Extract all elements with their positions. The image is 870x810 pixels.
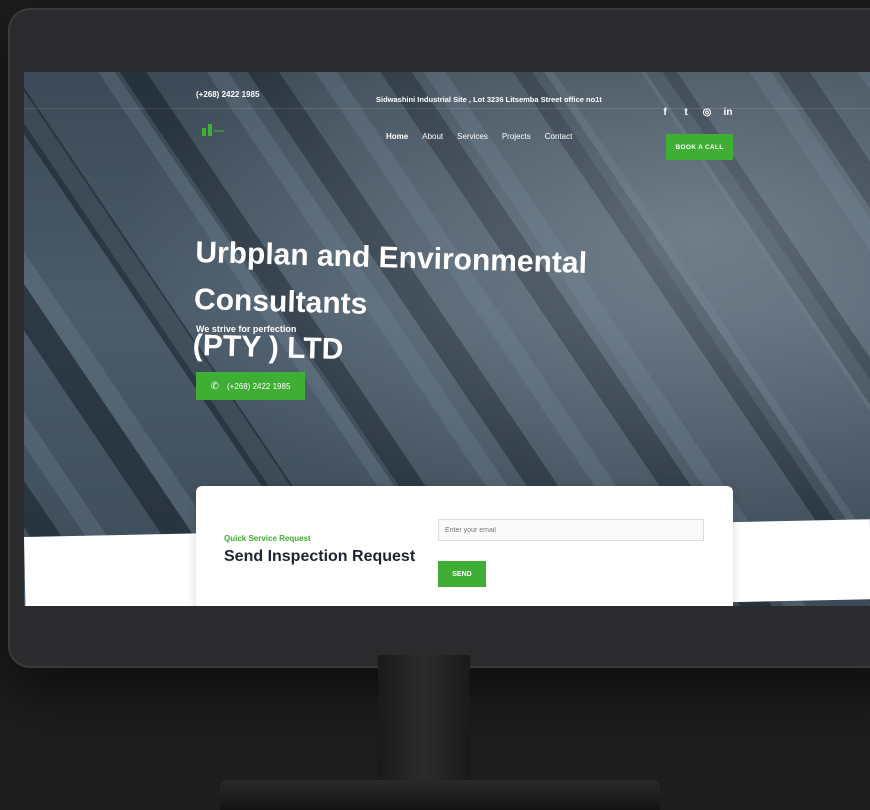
social-links: f t ◎ in bbox=[660, 108, 733, 118]
hero-subtitle: We strive for perfection bbox=[196, 324, 297, 334]
inspection-request-card: Quick Service Request Send Inspection Re… bbox=[196, 486, 733, 606]
site-logo[interactable] bbox=[202, 122, 226, 136]
topbar-phone[interactable]: (+268) 2422 1985 bbox=[196, 90, 259, 99]
request-title: Send Inspection Request bbox=[224, 548, 416, 565]
top-bar: (+268) 2422 1985 Sidwashini Industrial S… bbox=[24, 72, 870, 109]
hero-title-line2: (PTY ) LTD bbox=[192, 328, 344, 367]
hero-call-label: (+268) 2422 1985 bbox=[227, 381, 291, 391]
topbar-address: Sidwashini Industrial Site , Lot 3236 Li… bbox=[376, 95, 602, 104]
request-kicker: Quick Service Request bbox=[224, 534, 311, 543]
monitor-base bbox=[220, 780, 660, 810]
main-nav: Home About Services Projects Contact bbox=[386, 132, 572, 141]
twitter-icon[interactable]: t bbox=[681, 108, 691, 118]
nav-home[interactable]: Home bbox=[386, 132, 408, 141]
website-screen: (+268) 2422 1985 Sidwashini Industrial S… bbox=[24, 72, 870, 606]
hero-call-button[interactable]: ✆ (+268) 2422 1985 bbox=[196, 372, 305, 400]
nav-about[interactable]: About bbox=[422, 132, 443, 141]
hero-title-line1: Urbplan and Environmental Consultants bbox=[193, 235, 588, 321]
send-button[interactable]: SEND bbox=[438, 561, 486, 587]
email-input[interactable] bbox=[438, 519, 704, 541]
hero-title: Urbplan and Environmental Consultants (P… bbox=[192, 230, 756, 385]
monitor-stand bbox=[378, 655, 470, 785]
linkedin-icon[interactable]: in bbox=[723, 108, 733, 118]
instagram-icon[interactable]: ◎ bbox=[702, 108, 712, 118]
nav-contact[interactable]: Contact bbox=[545, 132, 573, 141]
phone-icon: ✆ bbox=[210, 380, 219, 392]
nav-services[interactable]: Services bbox=[457, 132, 488, 141]
book-a-call-button[interactable]: BOOK A CALL bbox=[666, 134, 733, 160]
facebook-icon[interactable]: f bbox=[660, 108, 670, 118]
nav-projects[interactable]: Projects bbox=[502, 132, 531, 141]
